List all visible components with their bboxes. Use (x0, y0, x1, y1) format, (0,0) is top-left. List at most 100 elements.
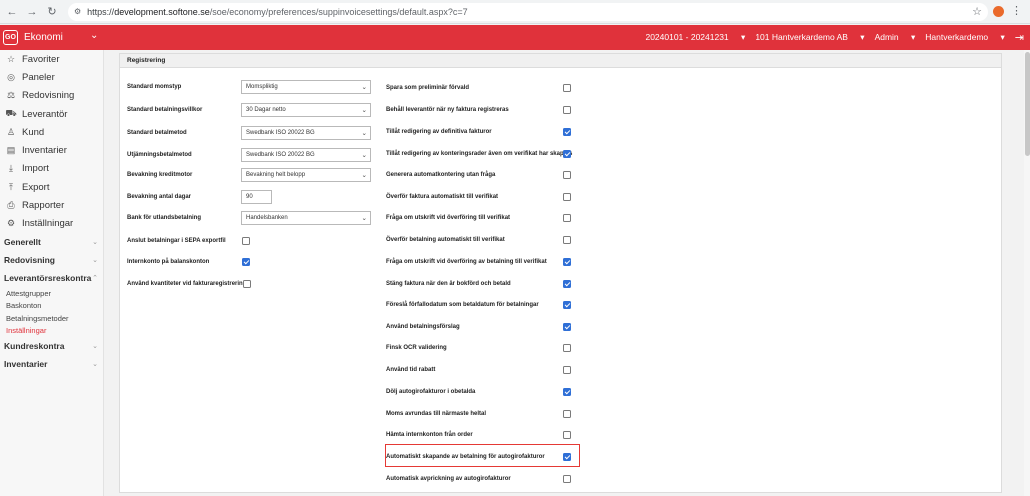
sidebar-item-redovisning[interactable]: ⚖ Redovisning (0, 87, 103, 105)
section-leverantorsreskontra[interactable]: Leverantörsreskontra ⌃ (0, 269, 103, 287)
setting-checkbox[interactable] (563, 280, 571, 288)
setting-checkbox[interactable] (563, 388, 571, 396)
sidebar-subitem-betalningsmetoder[interactable]: Betalningsmetoder (0, 312, 103, 325)
sidebar-item-inventarier[interactable]: ▤ Inventarier (0, 141, 103, 159)
setting-checkbox[interactable] (563, 475, 571, 483)
chevron-down-icon: ⌄ (92, 342, 98, 350)
setting-row: Använd tid rabatt (386, 363, 435, 377)
setting-row: Moms avrundas till närmaste heltal (386, 407, 486, 421)
field-row-utjamning: Utjämningsbetalmetod (127, 152, 192, 158)
setting-checkbox[interactable] (563, 214, 571, 222)
chevron-down-icon: ⌄ (361, 107, 367, 114)
setting-label: Behåll leverantör när ny faktura registr… (386, 107, 509, 113)
chevron-down-icon: ⌄ (361, 130, 367, 137)
setting-row: Dölj autogirofakturor i obetalda (386, 385, 475, 399)
setting-label: Överför faktura automatiskt till verifik… (386, 194, 499, 200)
site-info-icon[interactable]: ⚙ (74, 7, 81, 16)
section-redovisning[interactable]: Redovisning ⌄ (0, 251, 103, 269)
setting-checkbox[interactable] (563, 106, 571, 114)
section-kundreskontra[interactable]: Kundreskontra ⌄ (0, 337, 103, 355)
sidebar-item-kund[interactable]: ♙ Kund (0, 123, 103, 141)
setting-label: Dölj autogirofakturor i obetalda (386, 389, 476, 395)
chevron-up-icon: ⌃ (92, 274, 98, 282)
app-topbar: GO Ekonomi ⌄ 20240101 - 20241231 ▾ 101 H… (0, 25, 1030, 50)
field-row-kreditmotor: Bevakning kreditmotor (127, 172, 193, 178)
setting-checkbox[interactable] (563, 323, 571, 331)
setting-row: Överför betalning automatiskt till verif… (386, 233, 505, 247)
setting-label: Hämta internkonton från order (386, 432, 473, 438)
setting-checkbox[interactable] (563, 236, 571, 244)
url-host: development.softone.se (114, 6, 210, 17)
role-selector[interactable]: Admin ▾ (875, 32, 916, 43)
sidebar-item-installningar[interactable]: ⚙ Inställningar (0, 215, 103, 233)
chevron-down-icon[interactable]: ⌄ (90, 30, 98, 41)
setting-checkbox[interactable] (563, 171, 571, 179)
module-selector[interactable]: Ekonomi (24, 32, 63, 43)
import-icon: ⤓ (9, 163, 13, 174)
sidebar-item-favoriter[interactable]: ☆ Favoriter (0, 50, 103, 68)
field-row-bank: Bank för utlandsbetalning (127, 215, 202, 221)
setting-checkbox[interactable] (563, 366, 571, 374)
setting-checkbox[interactable] (563, 301, 571, 309)
scrollbar-thumb[interactable] (1025, 52, 1030, 156)
kreditmotor-select[interactable]: Bevakning helt belopp ⌄ (241, 168, 371, 182)
setting-label: Spara som preliminär förvald (386, 85, 470, 91)
reload-icon[interactable]: ↻ (44, 5, 60, 18)
highlight-box (385, 444, 580, 467)
setting-row: Överför faktura automatiskt till verifik… (386, 190, 498, 204)
setting-label: Stäng faktura när den är bokförd och bet… (386, 281, 511, 287)
antal-dagar-input[interactable]: 90 (241, 190, 272, 204)
setting-checkbox[interactable] (563, 128, 571, 136)
setting-checkbox[interactable] (563, 193, 571, 201)
betalningsvillkor-select[interactable]: 30 Dagar netto ⌄ (241, 103, 371, 117)
panel-title: Registrering (120, 54, 1001, 68)
sidebar-item-leverantor[interactable]: ⛟ Leverantör (0, 105, 103, 123)
sidebar-subitem-baskonton[interactable]: Baskonton (0, 299, 103, 312)
sidebar-item-paneler[interactable]: ◎ Paneler (0, 68, 103, 86)
betalmetod-select[interactable]: Swedbank ISO 20022 BG ⌄ (241, 126, 371, 140)
setting-checkbox[interactable] (563, 410, 571, 418)
sepa-checkbox[interactable] (242, 237, 250, 245)
browser-toolbar: ← → ↻ ⚙ https://development.softone.se/s… (0, 0, 1030, 24)
setting-row: Föreslå förfallodatum som betaldatum för… (386, 298, 539, 312)
setting-row: Fråga om utskrift vid överföring till ve… (386, 211, 510, 225)
user-menu[interactable]: Hantverkardemo ▾ (925, 32, 1004, 43)
section-inventarier[interactable]: Inventarier ⌄ (0, 355, 103, 373)
setting-label: Finsk OCR validering (386, 345, 447, 351)
browser-menu-icon[interactable]: ⋮ (1011, 4, 1022, 17)
inventory-icon: ▤ (6, 145, 16, 156)
forward-icon[interactable]: → (24, 6, 40, 18)
setting-checkbox[interactable] (563, 258, 571, 266)
sidebar-item-rapporter[interactable]: ⎙ Rapporter (0, 196, 103, 214)
sidebar-item-import[interactable]: ⤓ Import (0, 160, 103, 178)
bank-select[interactable]: Handelsbanken ⌄ (241, 211, 371, 225)
sidebar-item-export[interactable]: ⤒ Export (0, 178, 103, 196)
setting-checkbox[interactable] (563, 431, 571, 439)
internkonto-checkbox[interactable] (242, 258, 250, 266)
logout-icon[interactable]: ⇥ (1015, 31, 1024, 44)
setting-label: Använd betalningsförslag (386, 324, 460, 330)
setting-row: Spara som preliminär förvald (386, 81, 469, 95)
setting-label: Tillåt redigering av konteringsrader äve… (386, 151, 573, 157)
chevron-down-icon: ⌄ (92, 256, 98, 264)
setting-checkbox[interactable] (563, 150, 571, 158)
setting-row: Behåll leverantör när ny faktura registr… (386, 103, 509, 117)
utjamningsbetalmetod-select[interactable]: Swedbank ISO 20022 BG ⌄ (241, 148, 371, 162)
momstyp-select[interactable]: Momspliktig ⌄ (241, 80, 371, 94)
truck-icon: ⛟ (5, 108, 17, 119)
chevron-down-icon: ⌄ (361, 172, 367, 179)
section-generellt[interactable]: Generellt ⌄ (0, 233, 103, 251)
company-selector[interactable]: 101 Hantverkardemo AB ▾ (755, 32, 864, 43)
setting-label: Föreslå förfallodatum som betaldatum för… (386, 302, 539, 308)
sidebar-subitem-attestgrupper[interactable]: Attestgrupper (0, 287, 103, 300)
address-bar[interactable]: ⚙ https://development.softone.se/soe/eco… (68, 2, 988, 21)
logo[interactable]: GO (3, 30, 18, 45)
setting-checkbox[interactable] (563, 84, 571, 92)
kvantiteter-checkbox[interactable] (243, 280, 251, 288)
setting-checkbox[interactable] (563, 344, 571, 352)
bookmark-star-icon[interactable]: ☆ (972, 5, 982, 18)
extension-icon[interactable] (993, 6, 1004, 17)
period-selector[interactable]: 20240101 - 20241231 ▾ (645, 32, 745, 43)
back-icon[interactable]: ← (4, 6, 20, 18)
sidebar-subitem-installningar[interactable]: Inställningar (0, 324, 103, 337)
